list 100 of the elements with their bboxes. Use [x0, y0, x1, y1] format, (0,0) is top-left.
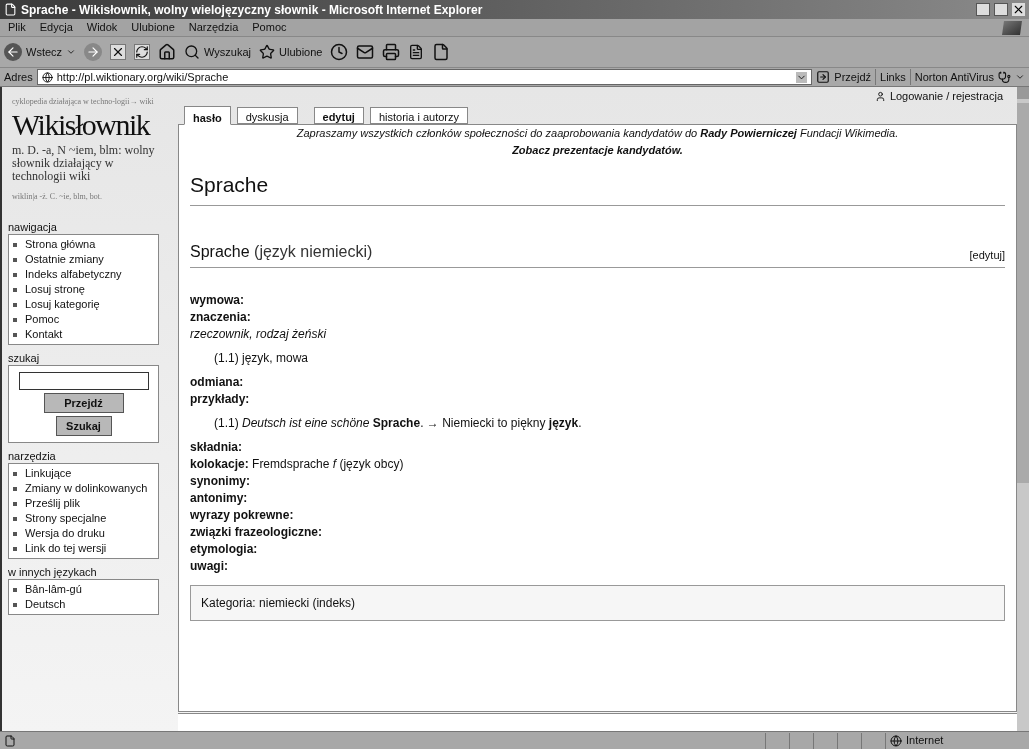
bullet-icon: [13, 502, 17, 506]
entry-label: przykłady:: [190, 390, 251, 408]
bullet-icon: [13, 288, 17, 292]
entry-note: rzeczownik, rodzaj żeński: [190, 325, 328, 343]
page-title: Sprache: [190, 169, 1005, 206]
category-link[interactable]: Kategoria: niemiecki (indeks): [201, 593, 356, 612]
entry-label: antonimy:: [190, 489, 249, 507]
sidebar-link[interactable]: Deutsch: [25, 597, 66, 612]
page-icon: [4, 734, 16, 747]
page-tab[interactable]: dyskusja: [236, 107, 298, 124]
star-icon: [259, 44, 276, 60]
bullet-icon: [13, 517, 17, 521]
menu-item[interactable]: Edycja: [39, 19, 73, 36]
close-icon[interactable]: [1012, 3, 1025, 16]
section-heading: Sprache (język niemiecki): [190, 241, 374, 262]
refresh-icon[interactable]: [134, 44, 151, 60]
bullet-icon: [13, 487, 17, 491]
portlet-heading: nawigacja: [8, 220, 58, 234]
address-field[interactable]: http://pl.wiktionary.org/wiki/Sprache: [36, 69, 813, 85]
sidebar-link[interactable]: Losuj stronę: [25, 282, 85, 297]
restore-button[interactable]: [994, 3, 1008, 16]
caret-icon[interactable]: [66, 47, 77, 57]
caret-icon[interactable]: [1015, 72, 1025, 82]
links-button[interactable]: Links: [875, 68, 906, 86]
sidebar-link[interactable]: Prześlij plik: [25, 496, 80, 511]
page-tab[interactable]: hasło: [184, 106, 231, 125]
sidebar-link[interactable]: Strona główna: [25, 237, 96, 252]
entry-label: składnia:: [190, 438, 244, 456]
dropdown-caret-icon[interactable]: [796, 71, 808, 83]
search-field[interactable]: [18, 372, 149, 390]
entry-label: odmiana:: [190, 373, 245, 391]
history-icon[interactable]: [330, 43, 349, 61]
note-icon[interactable]: [432, 43, 451, 61]
entry-label: związki frazeologiczne:: [190, 523, 324, 541]
portlet-heading: narzędzia: [8, 449, 57, 463]
bullet-icon: [13, 472, 17, 476]
site-notice: Zobacz prezentacje kandydatów.: [512, 143, 683, 158]
search-button[interactable]: Szukaj: [55, 416, 112, 436]
scrollbar[interactable]: [1017, 87, 1029, 731]
entry-label: wyrazy pokrewne:: [190, 506, 295, 524]
favorites-button[interactable]: Ulubione: [259, 43, 323, 61]
stethoscope-icon[interactable]: [998, 70, 1011, 84]
sidebar-link[interactable]: Linkujące: [25, 466, 72, 481]
menu-item[interactable]: Ulubione: [131, 19, 175, 36]
bullet-icon: [13, 318, 17, 322]
stop-icon[interactable]: [110, 44, 127, 60]
page-icon: [4, 3, 17, 16]
search-button[interactable]: Wyszukaj: [184, 43, 252, 61]
user-icon: [874, 90, 886, 102]
sidebar-link[interactable]: Ostatnie zmiany: [25, 252, 104, 267]
bullet-icon: [13, 333, 17, 337]
minimize-button[interactable]: [976, 3, 990, 16]
entry-label: synonimy:: [190, 472, 251, 490]
entry-label: wymowa:: [190, 291, 245, 309]
site-notice: Zapraszamy wszystkich członków społeczności do zaaprobowania kandydatów do Rady Powierniczej Fundacji Wikimedia.: [296, 126, 899, 141]
bullet-icon: [13, 258, 17, 262]
sidebar-link[interactable]: Bân-lâm-gú: [25, 582, 82, 597]
address-label: Adres: [4, 69, 33, 85]
search-icon: [184, 44, 201, 60]
portlet-heading: szukaj: [8, 351, 41, 365]
logo-definition: m. D. -a, N ~iem, blm: wolny słownik działający w technologii wiki: [12, 144, 156, 183]
bullet-icon: [13, 547, 17, 551]
bullet-icon: [13, 303, 17, 307]
menu-item[interactable]: Pomoc: [252, 19, 287, 36]
login-link[interactable]: Logowanie / rejestracja: [889, 87, 1003, 105]
bullet-icon: [13, 588, 17, 592]
bullet-icon: [13, 243, 17, 247]
entry-label: znaczenia:: [190, 308, 252, 326]
entry-label: etymologia:: [190, 540, 259, 558]
mail-icon[interactable]: [356, 43, 375, 61]
sidebar-link[interactable]: Link do tej wersji: [25, 541, 107, 556]
sidebar-link[interactable]: Strony specjalne: [25, 511, 107, 526]
page-tab[interactable]: historia i autorzy: [369, 107, 469, 124]
search-button[interactable]: Przejdź: [43, 393, 124, 413]
sidebar-link[interactable]: Zmiany w dolinkowanych: [25, 481, 148, 496]
go-button[interactable]: Przejdź: [816, 68, 871, 86]
entry-field: kolokacje: Fremdsprache f (język obcy): [190, 455, 1005, 473]
print-icon[interactable]: [382, 43, 401, 61]
sidebar-link[interactable]: Indeks alfabetyczny: [25, 267, 122, 282]
logo-title[interactable]: Wikisłownik: [12, 106, 150, 144]
forward-icon[interactable]: [84, 43, 103, 61]
portlet-heading: w innych językach: [8, 565, 98, 579]
menu-item[interactable]: Plik: [8, 19, 26, 36]
page-globe-icon: [41, 71, 53, 83]
norton-button[interactable]: Norton AntiVirus: [909, 68, 994, 86]
sidebar-link[interactable]: Losuj kategorię: [25, 297, 100, 312]
entry-definition: (1.1) Deutsch ist eine schöne Sprache. → Niemiecki to piękny język.: [213, 414, 583, 432]
window-title: Sprache - Wikisłownik, wolny wielojęzyczny słownik - Microsoft Internet Explorer: [21, 1, 484, 19]
sidebar-link[interactable]: Pomoc: [25, 312, 60, 327]
sidebar-link[interactable]: Kontakt: [25, 327, 63, 342]
sidebar-link[interactable]: Wersja do druku: [25, 526, 105, 541]
edit-link[interactable]: [edytuj]: [969, 247, 1005, 264]
page-tab[interactable]: edytuj: [313, 107, 364, 124]
menu-item[interactable]: Narzędzia: [188, 19, 239, 36]
menu-item[interactable]: Widok: [86, 19, 118, 36]
back-button[interactable]: Wstecz: [4, 43, 77, 61]
logo-footnote: wiklin|a -ż. C. ~ie, blm, bot.: [12, 191, 103, 203]
home-icon[interactable]: [158, 43, 177, 61]
globe-icon: [890, 734, 902, 747]
word-icon[interactable]: [408, 44, 425, 60]
